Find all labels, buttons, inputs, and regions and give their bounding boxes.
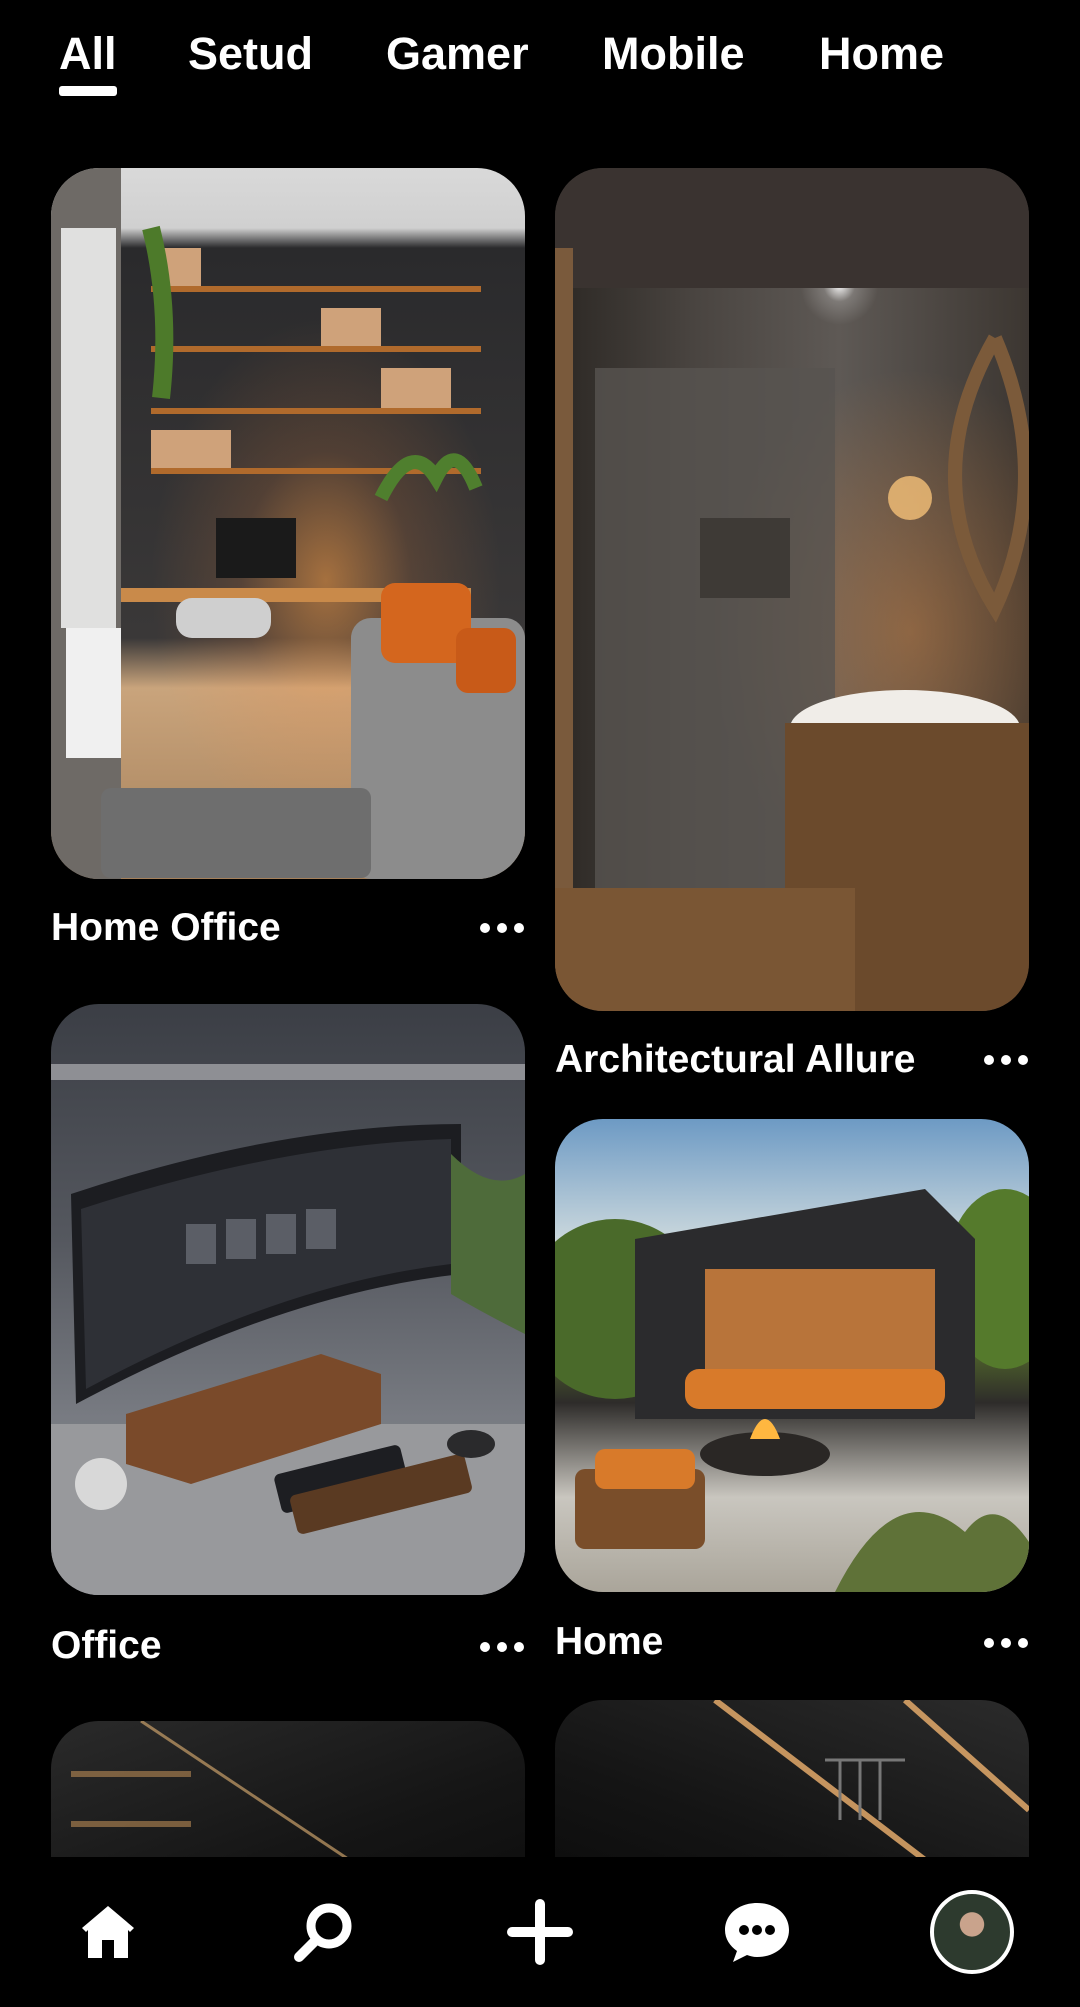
pin-title[interactable]: Home Office — [51, 906, 281, 950]
more-dots-icon[interactable] — [480, 918, 524, 938]
dark-interior-illustration — [71, 1721, 352, 1863]
more-dots-icon[interactable] — [480, 1637, 524, 1657]
tab-all[interactable]: All — [59, 26, 117, 96]
home-icon — [82, 1906, 134, 1958]
tab-home[interactable]: Home — [819, 26, 944, 82]
pin-image-office[interactable] — [51, 1004, 525, 1595]
pin-title[interactable]: Office — [51, 1624, 162, 1668]
nav-profile[interactable] — [912, 1857, 1032, 2007]
pin-image-home-office[interactable] — [51, 168, 525, 879]
home-office-illustration — [51, 168, 525, 879]
avatar — [930, 1890, 1014, 1974]
more-dots-icon[interactable] — [984, 1633, 1028, 1653]
dark-interior-illustration — [713, 1700, 1029, 1863]
desk-setup-illustration — [51, 1064, 525, 1595]
patio-house-illustration — [555, 1189, 1029, 1592]
nav-home[interactable] — [48, 1857, 168, 2007]
nav-search[interactable] — [263, 1857, 383, 2007]
pin-image-architectural-allure[interactable] — [555, 168, 1029, 1011]
tab-mobile[interactable]: Mobile — [602, 26, 745, 82]
search-icon — [294, 1903, 352, 1962]
more-dots-icon[interactable] — [984, 1050, 1028, 1070]
tab-setud[interactable]: Setud — [188, 26, 313, 82]
nav-messages[interactable] — [697, 1857, 817, 2007]
pin-image-home[interactable] — [555, 1119, 1029, 1592]
nav-create[interactable] — [480, 1857, 600, 2007]
chat-bubble-icon — [725, 1903, 789, 1962]
bottom-nav — [0, 1857, 1080, 2007]
plus-icon — [507, 1899, 573, 1965]
bathroom-illustration — [555, 168, 1029, 1011]
pin-title[interactable]: Home — [555, 1620, 663, 1664]
pin-title[interactable]: Architectural Allure — [555, 1038, 915, 1082]
category-tabs: All Setud Gamer Mobile Home — [0, 0, 1080, 120]
tab-gamer[interactable]: Gamer — [386, 26, 529, 82]
